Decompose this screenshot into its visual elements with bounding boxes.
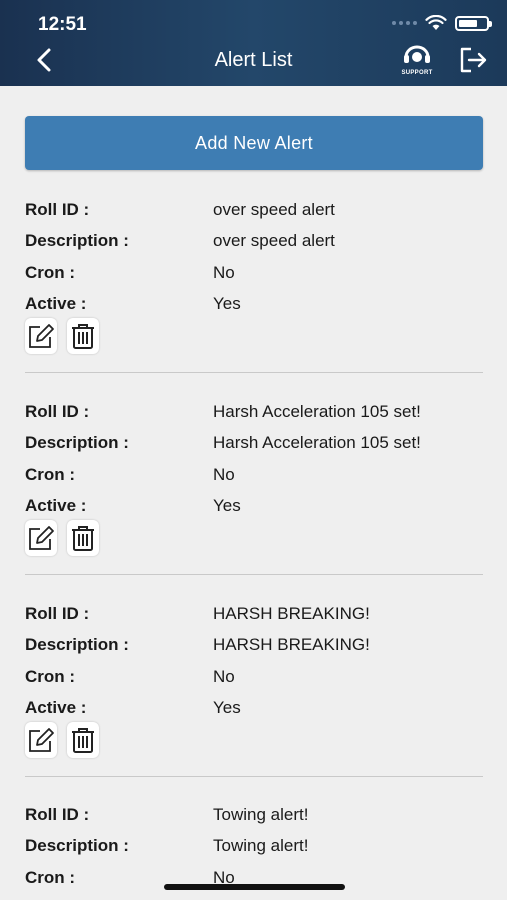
active-value: Yes (213, 294, 241, 313)
signal-icon (392, 21, 417, 25)
edit-button[interactable] (25, 520, 57, 556)
active-row: Active : Yes (25, 294, 483, 318)
cron-label: Cron : (25, 465, 76, 484)
edit-icon (29, 728, 54, 752)
alert-card: Roll ID : over speed alert Description :… (25, 200, 483, 402)
trash-icon (72, 728, 94, 753)
roll-id-row: Roll ID : Harsh Acceleration 105 set! (25, 402, 483, 426)
active-label: Active : (25, 496, 87, 515)
app-header: 12:51 Alert List SUPPORT (0, 0, 507, 86)
delete-button[interactable] (67, 318, 99, 354)
cron-value: No (213, 667, 235, 686)
roll-id-label: Roll ID : (25, 805, 90, 824)
roll-id-value: over speed alert (213, 200, 335, 219)
edit-icon (29, 526, 54, 550)
active-label: Active : (25, 294, 87, 313)
edit-button[interactable] (25, 318, 57, 354)
description-label: Description : (25, 231, 129, 250)
cron-label: Cron : (25, 667, 76, 686)
description-row: Description : Towing alert! (25, 836, 483, 860)
edit-button[interactable] (25, 722, 57, 758)
alert-actions (25, 520, 99, 556)
cron-label: Cron : (25, 868, 76, 887)
alert-actions (25, 722, 99, 758)
description-row: Description : over speed alert (25, 231, 483, 255)
description-row: Description : Harsh Acceleration 105 set… (25, 433, 483, 457)
active-value: Yes (213, 496, 241, 515)
roll-id-label: Roll ID : (25, 604, 90, 623)
roll-id-value: HARSH BREAKING! (213, 604, 370, 623)
cron-value: No (213, 465, 235, 484)
roll-id-value: Towing alert! (213, 805, 309, 824)
logout-button[interactable] (458, 46, 488, 74)
description-label: Description : (25, 836, 129, 855)
description-value: HARSH BREAKING! (213, 635, 370, 654)
roll-id-label: Roll ID : (25, 402, 90, 421)
roll-id-label: Roll ID : (25, 200, 90, 219)
delete-button[interactable] (67, 520, 99, 556)
support-icon (404, 45, 430, 63)
cron-row: Cron : No (25, 465, 483, 489)
roll-id-row: Roll ID : over speed alert (25, 200, 483, 224)
trash-icon (72, 526, 94, 551)
wifi-icon (425, 15, 447, 30)
logout-icon (460, 47, 487, 73)
divider (25, 574, 483, 575)
cron-row: Cron : No (25, 667, 483, 691)
description-value: Towing alert! (213, 836, 309, 855)
add-new-alert-button[interactable]: Add New Alert (25, 116, 483, 170)
divider (25, 372, 483, 373)
edit-icon (29, 324, 54, 348)
roll-id-value: Harsh Acceleration 105 set! (213, 402, 421, 421)
active-label: Active : (25, 698, 87, 717)
trash-icon (72, 324, 94, 349)
support-label: SUPPORT (401, 70, 433, 76)
status-time: 12:51 (38, 14, 87, 35)
roll-id-row: Roll ID : Towing alert! (25, 805, 483, 829)
support-button[interactable]: SUPPORT (399, 44, 435, 76)
delete-button[interactable] (67, 722, 99, 758)
description-row: Description : HARSH BREAKING! (25, 635, 483, 659)
cron-value: No (213, 263, 235, 282)
description-value: over speed alert (213, 231, 335, 250)
description-value: Harsh Acceleration 105 set! (213, 433, 421, 452)
active-row: Active : Yes (25, 496, 483, 520)
alert-actions (25, 318, 99, 354)
active-value: Yes (213, 698, 241, 717)
divider (25, 776, 483, 777)
battery-icon (455, 15, 492, 31)
cron-row: Cron : No (25, 263, 483, 287)
active-row: Active : Yes (25, 698, 483, 722)
description-label: Description : (25, 635, 129, 654)
roll-id-row: Roll ID : HARSH BREAKING! (25, 604, 483, 628)
home-indicator[interactable] (164, 884, 345, 890)
status-icons (392, 15, 492, 31)
cron-label: Cron : (25, 263, 76, 282)
alert-card: Roll ID : Harsh Acceleration 105 set! De… (25, 402, 483, 604)
alert-card: Roll ID : HARSH BREAKING! Description : … (25, 604, 483, 806)
description-label: Description : (25, 433, 129, 452)
